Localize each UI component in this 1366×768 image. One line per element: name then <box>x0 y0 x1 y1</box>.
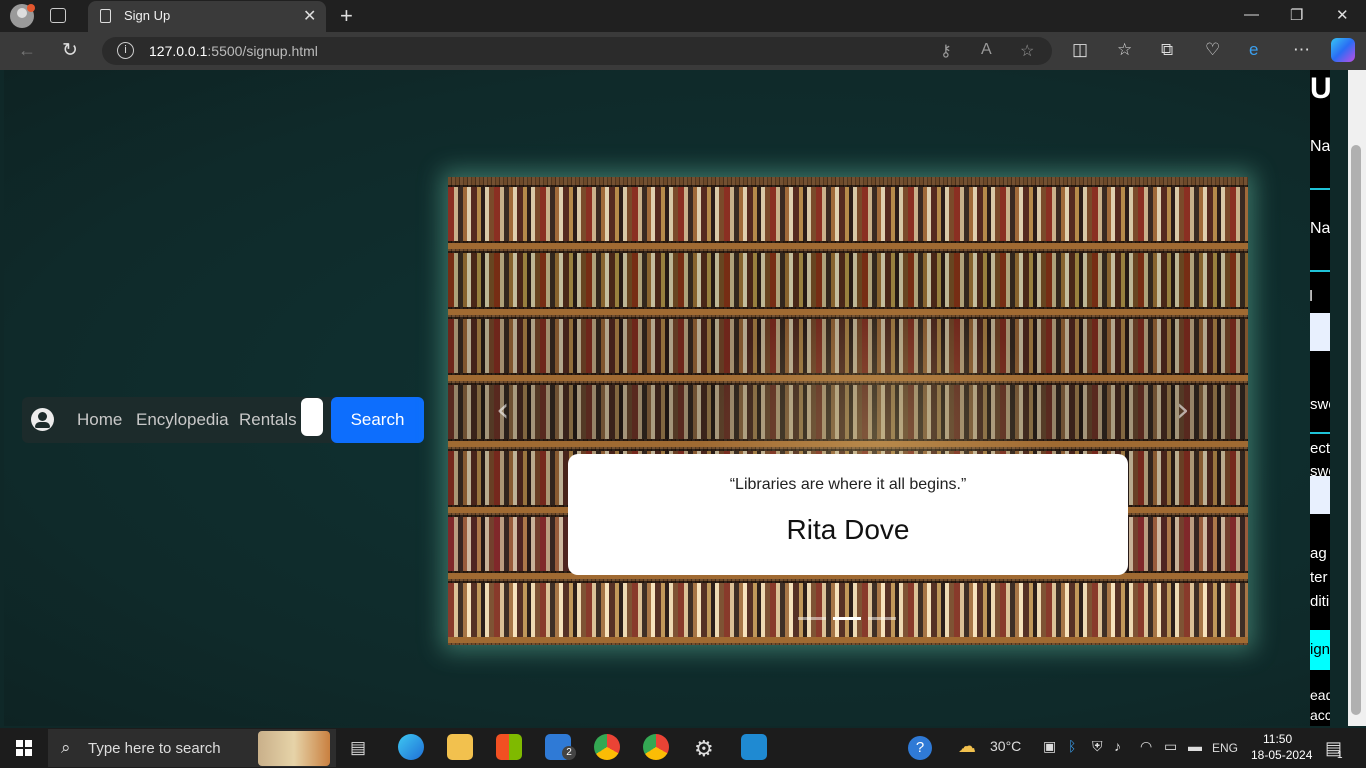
terms-text-2: ter <box>1310 569 1328 586</box>
vscode-icon[interactable] <box>741 734 767 760</box>
reload-icon[interactable]: ↻ <box>62 39 78 62</box>
microsoft-store-icon[interactable] <box>496 734 522 760</box>
carousel-prev-icon[interactable]: ‹ <box>496 390 510 430</box>
bookshelf-row <box>448 187 1248 241</box>
edge-app-icon[interactable] <box>398 734 424 760</box>
key-icon[interactable]: ⚷ <box>940 41 952 61</box>
collections-icon[interactable]: ⧉ <box>1161 40 1173 60</box>
weather-icon[interactable]: ☁ <box>958 736 976 757</box>
terms-text-1: ag <box>1310 545 1327 562</box>
page-document-icon <box>100 9 111 23</box>
search-button[interactable]: Search <box>331 397 424 443</box>
terms-text-3: diti <box>1310 593 1330 610</box>
windows-start-icon[interactable] <box>16 740 32 756</box>
login-text-1: ead <box>1310 687 1330 703</box>
clock-date[interactable]: 18-05-2024 <box>1251 748 1312 762</box>
search-highlight-image[interactable] <box>258 731 330 766</box>
carousel-indicator-2[interactable] <box>833 617 861 620</box>
email-field[interactable] <box>1310 313 1330 351</box>
file-explorer-icon[interactable] <box>447 734 473 760</box>
shelf-plank <box>448 637 1248 643</box>
favorites-icon[interactable]: ☆ <box>1117 40 1132 60</box>
task-view-icon[interactable]: ▤ <box>350 738 366 758</box>
battery-icon[interactable]: ▬ <box>1188 738 1202 754</box>
browser-essentials-icon[interactable]: ♡ <box>1205 40 1220 60</box>
login-text-2[interactable]: acc <box>1310 707 1330 723</box>
confirm-password-field[interactable] <box>1310 476 1330 514</box>
tab-actions-icon[interactable] <box>50 8 66 23</box>
defender-icon[interactable]: ⛨ <box>1092 738 1103 755</box>
volume-icon[interactable]: ♪ <box>1114 738 1121 754</box>
quote-author: Rita Dove <box>786 514 910 545</box>
copilot-icon[interactable] <box>1331 38 1355 62</box>
search-input[interactable] <box>301 398 323 436</box>
taskbar-search-placeholder: Type here to search <box>88 740 221 757</box>
first-name-field[interactable] <box>1310 188 1330 190</box>
camera-icon[interactable]: ▭ <box>1164 738 1177 755</box>
password-label: swo <box>1310 396 1330 413</box>
url-text[interactable]: 127.0.0.1:5500/signup.html <box>149 43 318 59</box>
last-name-field[interactable] <box>1310 270 1330 272</box>
weather-temperature[interactable]: 30°C <box>990 738 1021 754</box>
profile-notification-dot <box>27 4 35 12</box>
wifi-icon[interactable]: ◠ <box>1140 738 1152 755</box>
split-screen-icon[interactable]: ◫ <box>1072 40 1088 60</box>
tab-close-icon[interactable]: ✕ <box>303 6 316 26</box>
last-name-label: Na <box>1310 220 1330 237</box>
read-aloud-icon[interactable]: A <box>981 41 992 59</box>
url-host: 127.0.0.1 <box>149 43 208 59</box>
favorite-star-icon[interactable]: ☆ <box>1020 41 1034 61</box>
language-indicator[interactable]: ENG <box>1212 741 1238 755</box>
mail-badge: 2 <box>562 746 576 760</box>
clock-time[interactable]: 11:50 <box>1263 732 1292 746</box>
help-icon[interactable]: ? <box>908 736 932 760</box>
minimize-icon[interactable]: — <box>1244 6 1259 23</box>
chrome-profile-icon[interactable] <box>643 734 669 760</box>
carousel-indicator-3[interactable] <box>868 617 896 620</box>
nav-link-encylopedia[interactable]: Encylopedia <box>136 410 229 430</box>
carousel-next-icon[interactable]: › <box>1176 390 1190 430</box>
notification-badge: 1 <box>1337 750 1343 761</box>
meet-now-icon[interactable]: ▣ <box>1043 738 1056 755</box>
settings-gear-icon[interactable]: ⚙ <box>694 736 714 762</box>
window-close-icon[interactable]: ✕ <box>1336 6 1349 24</box>
email-label: il <box>1310 288 1313 305</box>
shelf-plank <box>448 243 1248 249</box>
tab-title: Sign Up <box>124 8 171 23</box>
signup-form-panel: U Na Na il swo ect swo ag ter diti ign e… <box>1310 70 1330 726</box>
nav-link-home[interactable]: Home <box>77 410 122 430</box>
new-tab-icon[interactable]: + <box>340 3 353 29</box>
scrollbar-thumb[interactable] <box>1351 145 1361 715</box>
quote-caption-card: “Libraries are where it all begins.” Rit… <box>568 454 1128 575</box>
first-name-label: Na <box>1310 138 1330 155</box>
sign-up-button[interactable]: ign <box>1310 630 1330 670</box>
confirm-password-label-1: ect <box>1310 440 1330 457</box>
bluetooth-icon[interactable]: ᛒ <box>1068 738 1076 754</box>
page-gutter <box>1330 70 1348 726</box>
restore-icon[interactable]: ❐ <box>1290 6 1303 24</box>
ie-mode-icon[interactable]: e <box>1249 40 1258 60</box>
quote-text: “Libraries are where it all begins.” <box>729 476 967 493</box>
bookshelf-row <box>448 583 1248 637</box>
chrome-icon[interactable] <box>594 734 620 760</box>
more-menu-icon[interactable]: ⋯ <box>1293 40 1310 60</box>
user-account-icon[interactable] <box>31 408 54 431</box>
url-path: :5500/signup.html <box>207 43 318 59</box>
form-heading: U <box>1310 72 1330 105</box>
password-field[interactable] <box>1310 432 1330 434</box>
carousel-indicator-1[interactable] <box>798 617 826 620</box>
nav-link-rentals[interactable]: Rentals <box>239 410 297 430</box>
site-info-icon[interactable]: i <box>117 42 134 59</box>
back-arrow-icon[interactable]: ← <box>18 40 36 61</box>
search-icon: ⌕ <box>61 738 71 757</box>
